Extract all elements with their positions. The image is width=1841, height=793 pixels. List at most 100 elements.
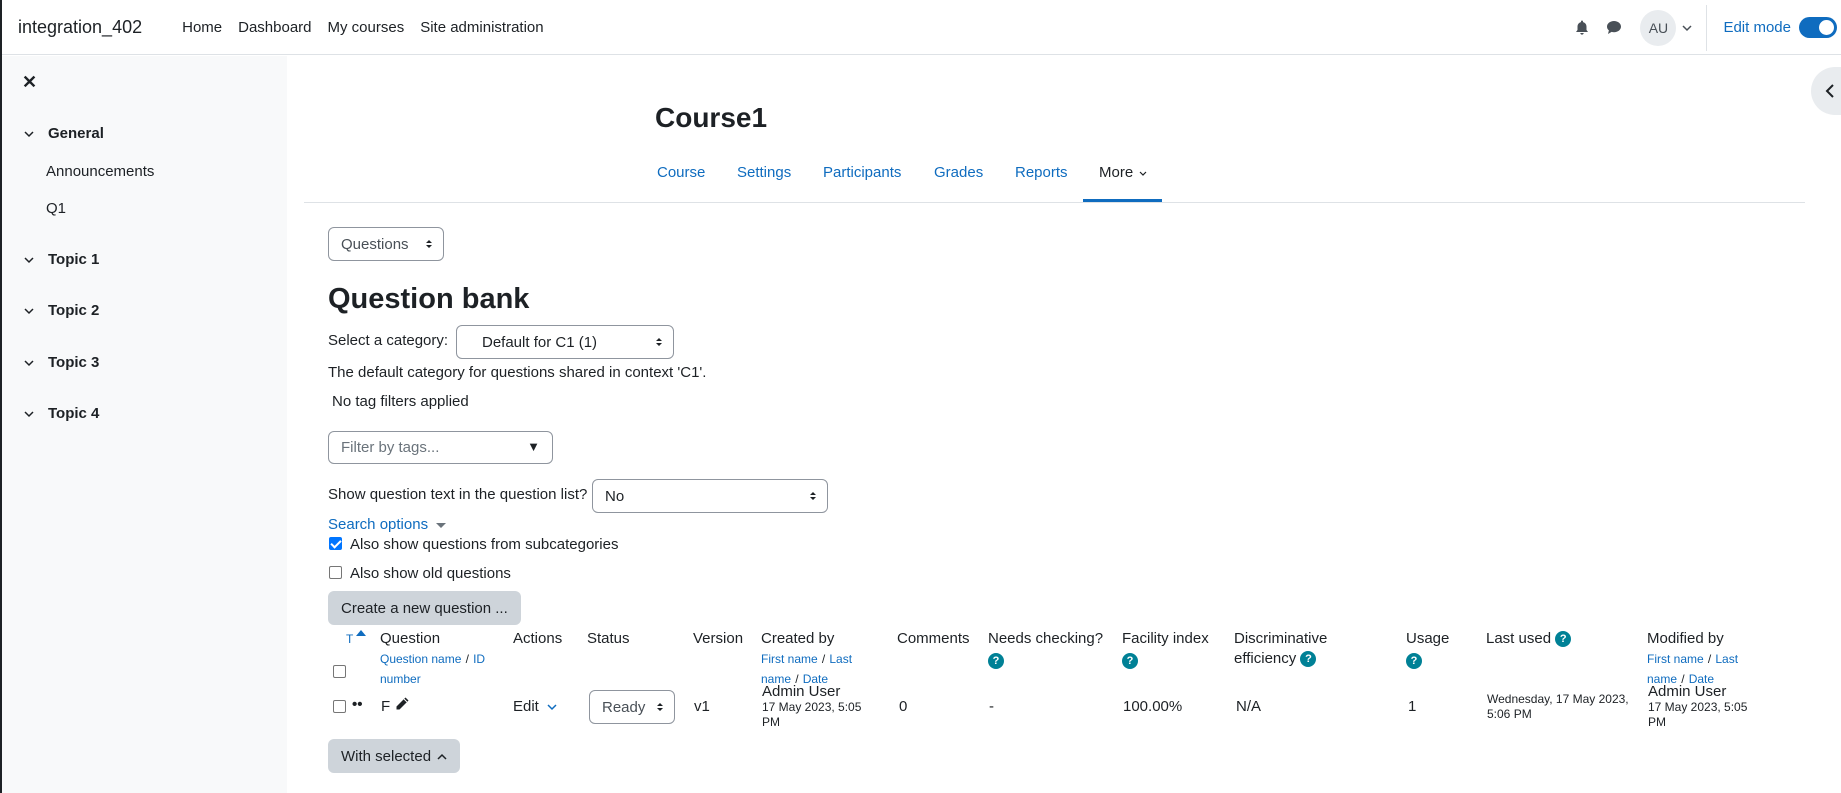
tag-filter-input[interactable]: Filter by tags... ▼ [328, 431, 553, 464]
help-icon[interactable]: ? [988, 653, 1004, 670]
usage-link[interactable]: 1 [1408, 698, 1416, 715]
select-value: Ready [602, 698, 646, 716]
select-value: Default for C1 (1) [482, 333, 598, 351]
show-question-text-select[interactable]: No [592, 479, 828, 513]
chevron-down-icon[interactable] [1682, 19, 1692, 36]
nav-link-dashboard[interactable]: Dashboard [230, 19, 319, 36]
sort-question-name-link[interactable]: Question name [380, 652, 461, 666]
navbar-right: AU Edit mode [1566, 0, 1841, 55]
header-needs-checking: Needs checking? ? [988, 629, 1103, 671]
help-icon[interactable]: ? [1406, 653, 1422, 670]
drawer-section-topic-3[interactable]: Topic 3 [24, 354, 99, 371]
created-by-name: Admin User [762, 683, 841, 700]
tab-more[interactable]: More [1099, 164, 1147, 181]
header-needs-checking-label: Needs checking? [988, 630, 1104, 647]
drawer-section-topic-2[interactable]: Topic 2 [24, 302, 99, 319]
header-comments: Comments [897, 630, 970, 647]
drawer-item-announcements[interactable]: Announcements [46, 163, 154, 180]
pencil-icon[interactable] [394, 696, 410, 716]
tab-course[interactable]: Course [657, 164, 705, 181]
chevron-down-icon [24, 256, 34, 263]
create-question-button[interactable]: Create a new question ... [328, 591, 521, 625]
header-modified-by: Modified by First name / Last name / Dat… [1647, 629, 1747, 689]
navbar-divider [1706, 4, 1708, 51]
last-used-line-1: Wednesday, 17 May 2023, [1487, 692, 1629, 706]
dropdown-triangle-icon[interactable]: ▼ [527, 439, 540, 454]
discriminative-efficiency-value: N/A [1236, 698, 1262, 715]
course-secondary-nav: Course Settings Participants Grades Repo… [304, 155, 1805, 203]
help-icon[interactable]: ? [1122, 653, 1138, 670]
header-version: Version [693, 630, 744, 647]
nav-link-site-administration[interactable]: Site administration [412, 19, 551, 36]
tag-filter-placeholder: Filter by tags... [341, 439, 440, 456]
open-block-drawer-button[interactable] [1811, 67, 1841, 115]
header-created-by-label: Created by [761, 630, 835, 647]
tab-settings[interactable]: Settings [737, 164, 791, 181]
tab-reports[interactable]: Reports [1015, 164, 1068, 181]
drawer-section-label: Topic 2 [48, 302, 100, 319]
sort-type-link[interactable]: T [346, 629, 367, 649]
select-value: Questions [341, 235, 409, 253]
nav-link-home[interactable]: Home [174, 19, 230, 36]
user-avatar[interactable]: AU [1640, 9, 1677, 46]
row-select-checkbox[interactable] [333, 700, 346, 713]
drawer-section-label: Topic 3 [48, 354, 100, 371]
status-select[interactable]: Ready [589, 690, 675, 724]
with-selected-button[interactable]: With selected [328, 739, 461, 773]
header-status: Status [587, 630, 630, 647]
nav-link-my-courses[interactable]: My courses [320, 19, 413, 36]
last-used-line-2: 5:06 PM [1487, 707, 1532, 721]
header-facility-index: Facility index ? [1122, 629, 1209, 671]
subcategories-label[interactable]: Also show questions from subcategories [350, 536, 618, 553]
header-facility-index-label: Facility index [1122, 630, 1209, 647]
page-title: Course1 [655, 102, 768, 133]
old-questions-label[interactable]: Also show old questions [350, 565, 511, 582]
category-label: Select a category: [328, 332, 449, 349]
chevron-down-icon [24, 359, 34, 366]
help-icon[interactable]: ? [1300, 651, 1317, 668]
header-disc-eff-label-1: Discriminative [1234, 630, 1328, 647]
sort-created-first-name-link[interactable]: First name [761, 652, 818, 666]
drawer-section-label: Topic 4 [48, 405, 100, 422]
edit-action-menu[interactable]: Edit [513, 698, 557, 715]
chevron-down-icon [24, 410, 34, 417]
chevron-down-icon [547, 704, 557, 711]
separator: / [465, 652, 469, 666]
category-select[interactable]: Default for C1 (1) [456, 325, 674, 359]
chevron-down-icon [1139, 171, 1147, 176]
search-options-label: Search options [328, 516, 429, 533]
close-icon[interactable]: ✕ [22, 72, 37, 93]
select-arrows-icon [656, 338, 662, 346]
tab-participants[interactable]: Participants [823, 164, 901, 181]
select-value: No [605, 487, 625, 505]
select-all-checkbox[interactable] [333, 665, 346, 678]
edit-mode-toggle[interactable] [1799, 17, 1837, 38]
comments-link[interactable]: 0 [899, 698, 907, 715]
drawer-section-general[interactable]: General [24, 125, 104, 142]
drawer-section-topic-4[interactable]: Topic 4 [24, 405, 99, 422]
question-bank-heading: Question bank [328, 283, 530, 315]
question-name: F [381, 698, 391, 715]
tab-grades[interactable]: Grades [934, 164, 983, 181]
primary-nav: Home Dashboard My courses Site administr… [174, 19, 552, 36]
separator: / [821, 652, 826, 666]
bell-icon[interactable] [1566, 12, 1598, 44]
edit-mode-control: Edit mode [1723, 17, 1837, 38]
chevron-down-icon [24, 307, 34, 314]
subcategories-checkbox[interactable] [329, 537, 342, 550]
header-usage: Usage ? [1406, 629, 1449, 671]
search-options-toggle[interactable]: Search options [328, 516, 447, 533]
drawer-item-q1[interactable]: Q1 [46, 200, 66, 217]
with-selected-label: With selected [341, 747, 432, 765]
modified-date-line-2: PM [1648, 715, 1666, 729]
chat-bubble-icon[interactable] [1598, 12, 1630, 44]
old-questions-checkbox[interactable] [329, 566, 342, 579]
help-icon[interactable]: ? [1555, 631, 1572, 648]
question-bank-nav-select[interactable]: Questions [328, 227, 444, 261]
sort-modified-first-name-link[interactable]: First name [1647, 652, 1704, 666]
edit-mode-label[interactable]: Edit mode [1723, 19, 1791, 36]
drawer-section-topic-1[interactable]: Topic 1 [24, 251, 99, 268]
site-brand[interactable]: integration_402 [18, 17, 142, 38]
header-discriminative-efficiency: Discriminative efficiency ? [1234, 629, 1327, 669]
type-header-label: T [346, 632, 354, 646]
